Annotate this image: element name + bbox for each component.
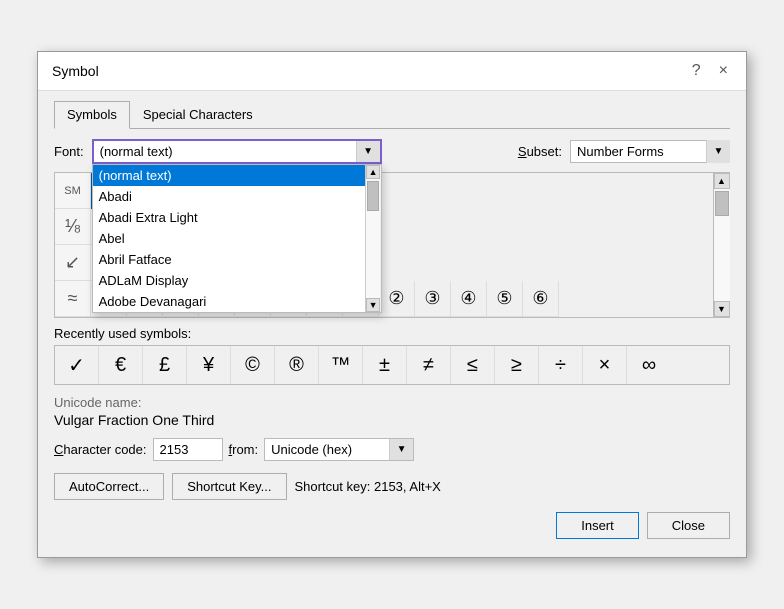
subset-select-wrapper: Number Forms ▼ [570,140,730,163]
recent-7[interactable]: ™ [319,346,363,384]
font-dropdown-container: (normal text) ▼ (normal text) Abadi Abad… [92,139,382,164]
recent-14[interactable]: ∞ [627,346,671,384]
grid-scrollbar: ▲ ▼ [714,172,730,318]
from-select[interactable]: Unicode (hex) ▼ [264,438,414,461]
recent-10[interactable]: ≤ [451,346,495,384]
shortcut-row: AutoCorrect... Shortcut Key... Shortcut … [54,473,730,500]
subset-label: Subset: [518,144,562,159]
symbol-cell-c5[interactable]: ⑤ [487,281,523,317]
unicode-name-value: Vulgar Fraction One Third [54,412,730,428]
recent-2[interactable]: € [99,346,143,384]
dialog-title: Symbol [52,63,99,79]
autocorrect-button[interactable]: AutoCorrect... [54,473,164,500]
shortcut-key-text: Shortcut key: 2153, Alt+X [295,479,441,494]
help-button[interactable]: ? [686,60,707,82]
symbol-cell-c6[interactable]: ⑥ [523,281,559,317]
recent-11[interactable]: ≥ [495,346,539,384]
recent-3[interactable]: £ [143,346,187,384]
font-select[interactable]: (normal text) ▼ [92,139,382,164]
font-option-adlam[interactable]: ADLaM Display [93,270,365,291]
row-header-2: ⅛ [55,209,91,245]
scroll-thumb[interactable] [367,181,379,211]
grid-scroll-track [714,189,730,301]
font-option-normal[interactable]: (normal text) [93,165,365,186]
recent-13[interactable]: × [583,346,627,384]
row-header-1: SM [55,173,91,209]
close-title-button[interactable]: × [713,60,734,82]
close-button[interactable]: Close [647,512,730,539]
tab-symbols[interactable]: Symbols [54,101,130,129]
char-code-label: Character code: [54,442,147,457]
dropdown-scrollbar: ▲ ▼ [365,165,381,312]
dialog-content: Symbols Special Characters Font: (normal… [38,91,746,557]
tab-bar: Symbols Special Characters [54,101,730,129]
grid-scroll-up[interactable]: ▲ [714,173,730,189]
from-label: from: [229,442,259,457]
recent-12[interactable]: ÷ [539,346,583,384]
recent-8[interactable]: ± [363,346,407,384]
recent-9[interactable]: ≠ [407,346,451,384]
scroll-up-btn[interactable]: ▲ [366,165,380,179]
recent-4[interactable]: ¥ [187,346,231,384]
tab-special-characters[interactable]: Special Characters [130,101,266,129]
grid-scroll-down[interactable]: ▼ [714,301,730,317]
recently-grid: ✓ € £ ¥ © ® ™ ± ≠ ≤ ≥ ÷ × ∞ [54,345,730,385]
scroll-down-btn[interactable]: ▼ [366,298,380,312]
symbol-cell-c3[interactable]: ③ [415,281,451,317]
font-row: Font: (normal text) ▼ (normal text) Abad… [54,139,730,164]
symbol-dialog: Symbol ? × Symbols Special Characters Fo… [37,51,747,558]
from-dropdown-arrow[interactable]: ▼ [389,439,413,460]
shortcut-key-button[interactable]: Shortcut Key... [172,473,286,500]
font-option-adobe[interactable]: Adobe Devanagari [93,291,365,312]
font-option-abril[interactable]: Abril Fatface [93,249,365,270]
font-dropdown-arrow[interactable]: ▼ [356,141,380,162]
font-option-abel[interactable]: Abel [93,228,365,249]
from-select-wrapper: Unicode (hex) ▼ [264,438,414,461]
font-dropdown-list: (normal text) Abadi Abadi Extra Light Ab… [92,164,382,313]
unicode-section: Unicode name: Vulgar Fraction One Third [54,395,730,428]
row-header-4: ≈ [55,281,91,317]
font-option-abadi-extra[interactable]: Abadi Extra Light [93,207,365,228]
recent-6[interactable]: ® [275,346,319,384]
scroll-track [366,179,380,298]
dialog-footer: Insert Close [54,512,730,543]
insert-button[interactable]: Insert [556,512,639,539]
recently-label: Recently used symbols: [54,326,730,341]
unicode-name-label: Unicode name: [54,395,730,410]
title-bar-controls: ? × [686,60,734,82]
grid-scroll-thumb[interactable] [715,191,729,216]
char-code-input[interactable] [153,438,223,461]
recent-1[interactable]: ✓ [55,346,99,384]
recent-5[interactable]: © [231,346,275,384]
subset-dropdown-arrow[interactable]: ▼ [706,140,730,163]
font-label: Font: [54,144,84,159]
char-code-row: Character code: from: Unicode (hex) ▼ [54,438,730,461]
font-option-abadi[interactable]: Abadi [93,186,365,207]
symbol-cell-c4[interactable]: ④ [451,281,487,317]
row-header-3: ↙ [55,245,91,281]
title-bar: Symbol ? × [38,52,746,91]
font-value: (normal text) [100,144,173,159]
symbol-cell-c2[interactable]: ② [379,281,415,317]
